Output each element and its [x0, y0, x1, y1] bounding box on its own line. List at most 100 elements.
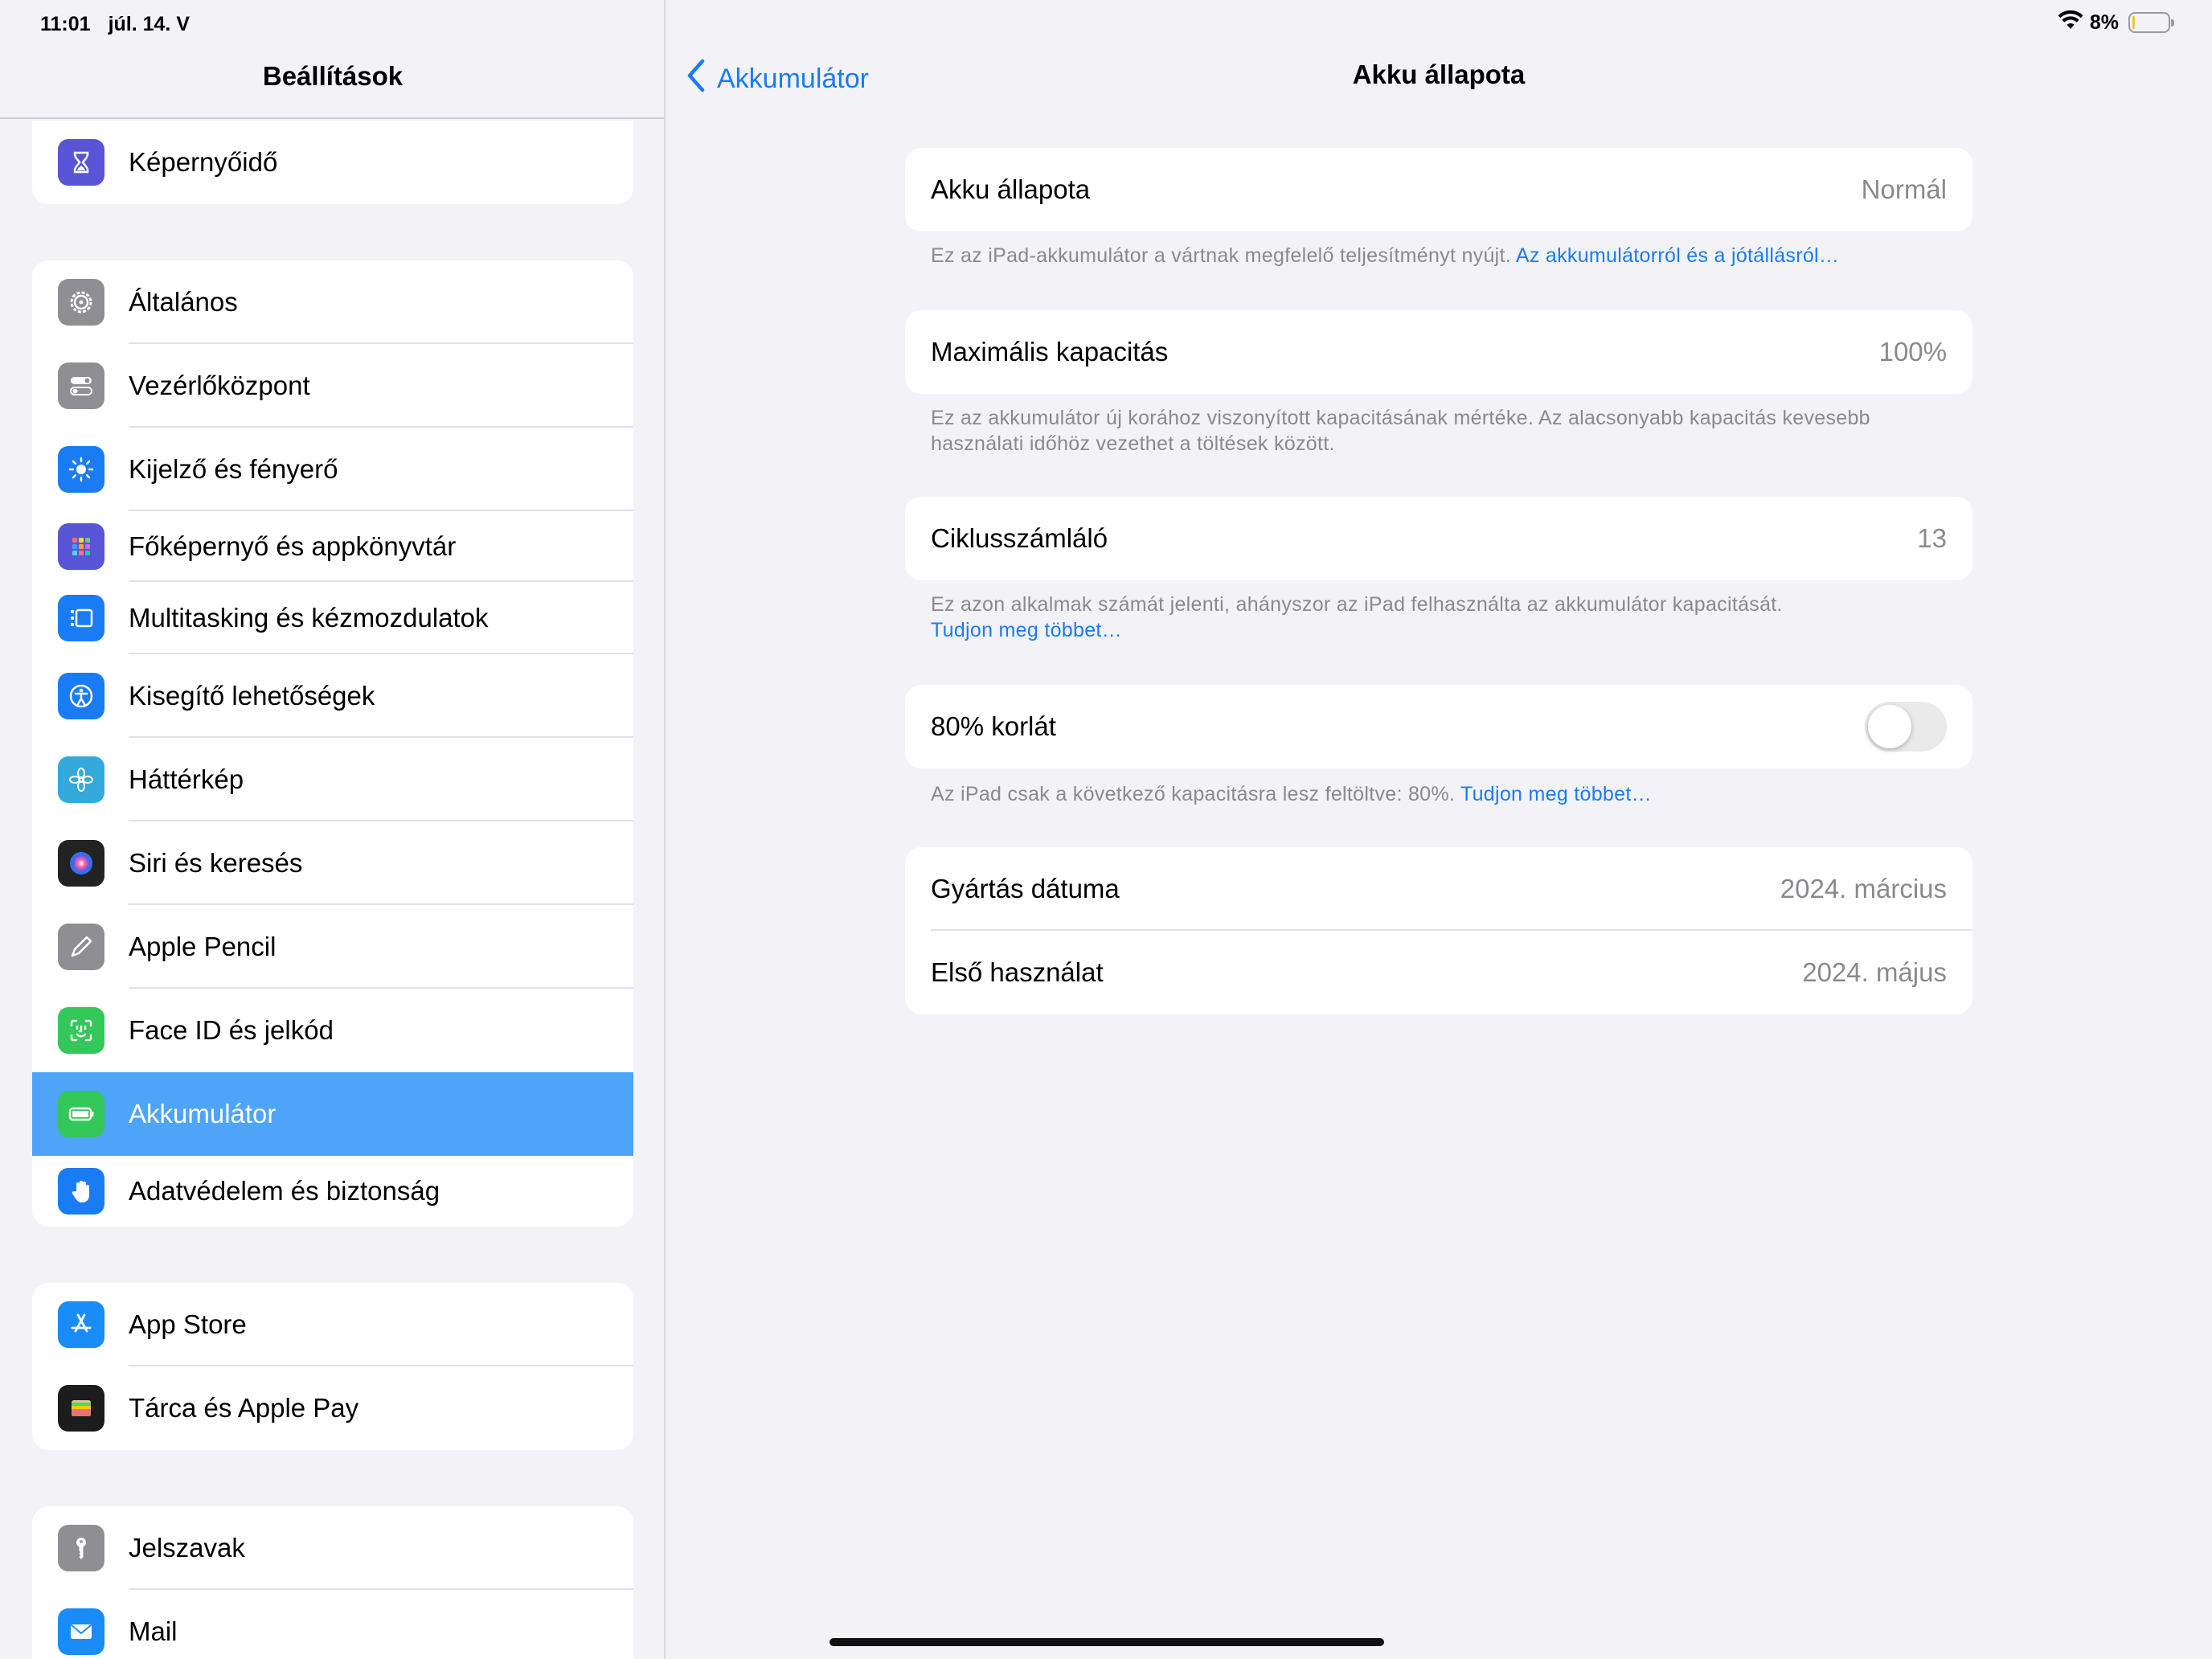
mail-icon — [58, 1608, 104, 1655]
sidebar-item-jelszavak[interactable]: Jelszavak — [32, 1506, 633, 1590]
max-capacity-footnote-line1: Ez az akkumulátor új korához viszonyítot… — [931, 407, 1870, 429]
sidebar-item-label: Háttérkép — [129, 764, 244, 794]
accessibility-icon — [58, 673, 104, 719]
manufacture-date-row: Gyártás dátuma 2024. március — [905, 847, 1972, 931]
sidebar-title: Beállítások — [262, 61, 403, 91]
battery-status-icon — [2128, 12, 2174, 33]
battery-health-card: Akku állapota Normál — [905, 148, 1972, 231]
face-id-icon — [58, 1007, 104, 1054]
page-title: Akku állapota — [1352, 59, 1526, 89]
siri-icon — [58, 840, 104, 887]
sidebar-item-kijelzo[interactable]: Kijelző és fényerő — [32, 428, 633, 511]
limit-80-card: 80% korlát — [905, 685, 1972, 768]
home-indicator[interactable] — [830, 1638, 1384, 1646]
max-capacity-value: 100% — [1878, 337, 1947, 367]
key-icon — [58, 1525, 104, 1571]
cycle-count-learn-more-link[interactable]: Tudjon meg többet… — [931, 617, 1960, 643]
hourglass-icon — [58, 139, 104, 186]
sidebar-item-label: Multitasking és kézmozdulatok — [129, 603, 489, 633]
status-time: 11:01 — [40, 12, 91, 35]
sidebar-item-multitasking[interactable]: Multitasking és kézmozdulatok — [32, 582, 633, 654]
status-date: júl. 14. V — [108, 12, 190, 35]
sidebar-item-label: Vezérlőközpont — [129, 371, 310, 400]
battery-warranty-link[interactable]: Az akkumulátorról és a jótállásról… — [1516, 244, 1839, 267]
sidebar-item-label: Képernyőidő — [129, 147, 278, 177]
battery-health-label: Akku állapota — [931, 174, 1091, 204]
max-capacity-card: Maximális kapacitás 100% — [905, 310, 1972, 394]
sidebar-item-apple-pencil[interactable]: Apple Pencil — [32, 905, 633, 989]
cycle-count-row: Ciklusszámláló 13 — [905, 497, 1972, 580]
cycle-count-footnote: Ez azon alkalmak számát jelenti, ahánysz… — [931, 592, 1960, 643]
sidebar-item-label: Kisegítő lehetőségek — [129, 681, 375, 711]
cycle-count-label: Ciklusszámláló — [931, 523, 1108, 553]
app-grid-icon — [58, 523, 104, 570]
sidebar-item-label: Akkumulátor — [129, 1099, 276, 1129]
max-capacity-footnote: Ez az akkumulátor új korához viszonyítot… — [931, 405, 1960, 457]
max-capacity-row: Maximális kapacitás 100% — [905, 310, 1972, 394]
battery-fill — [2132, 16, 2136, 29]
limit-80-label: 80% korlát — [931, 711, 1056, 741]
pencil-icon — [58, 924, 104, 970]
sidebar-item-label: Általános — [129, 287, 238, 317]
limit-80-toggle[interactable] — [1865, 702, 1947, 752]
battery-health-footnote-text: Ez az iPad-akkumulátor a vártnak megfele… — [931, 244, 1511, 267]
manufacture-date-value: 2024. március — [1780, 874, 1947, 903]
cycle-count-card: Ciklusszámláló 13 — [905, 497, 1972, 580]
cycle-count-footnote-text: Ez azon alkalmak számát jelenti, ahánysz… — [931, 593, 1783, 616]
switches-icon — [58, 363, 104, 409]
app-store-icon — [58, 1301, 104, 1348]
toggle-knob — [1868, 705, 1911, 748]
settings-group-general: Általános Vezérlőközpont Kijelző és fény… — [32, 260, 633, 1227]
sidebar-item-vezerlokozpont[interactable]: Vezérlőközpont — [32, 344, 633, 428]
sidebar-item-mail[interactable]: Mail — [32, 1590, 633, 1659]
sidebar-item-label: Mail — [129, 1616, 178, 1646]
sidebar-item-label: Apple Pencil — [129, 932, 276, 961]
sidebar-item-label: App Store — [129, 1309, 247, 1339]
sidebar-item-label: Jelszavak — [129, 1533, 245, 1563]
sidebar-item-label: Siri és keresés — [129, 848, 303, 878]
max-capacity-label: Maximális kapacitás — [931, 337, 1169, 367]
battery-percent: 8% — [2089, 10, 2119, 34]
sidebar-item-kepernyoido[interactable]: Képernyőidő — [32, 121, 633, 204]
battery-health-footnote: Ez az iPad-akkumulátor a vártnak megfele… — [931, 243, 1960, 268]
sidebar-item-siri[interactable]: Siri és keresés — [32, 821, 633, 905]
settings-group-apps: Jelszavak Mail — [32, 1506, 633, 1659]
sidebar-item-adatvedelem[interactable]: Adatvédelem és biztonság — [32, 1156, 633, 1227]
sidebar-item-altalanos[interactable]: Általános — [32, 260, 633, 344]
status-bar-left: 11:01 júl. 14. V — [40, 8, 190, 40]
first-use-row: Első használat 2024. május — [905, 931, 1972, 1014]
sidebar-item-hatterkep[interactable]: Háttérkép — [32, 738, 633, 821]
manufacture-date-label: Gyártás dátuma — [931, 874, 1120, 903]
wifi-icon — [2058, 10, 2083, 36]
sidebar-item-wallet[interactable]: Tárca és Apple Pay — [32, 1366, 633, 1450]
cycle-count-value: 13 — [1917, 523, 1947, 553]
max-capacity-footnote-line2: használati időhöz vezethet a töltések kö… — [931, 432, 1335, 455]
limit-80-footnote: Az iPad csak a következő kapacitásra les… — [931, 781, 1960, 807]
wallet-icon — [58, 1385, 104, 1432]
status-bar-right: 8% — [2058, 6, 2174, 39]
sidebar-item-kisegito[interactable]: Kisegítő lehetőségek — [32, 654, 633, 738]
battery-icon — [58, 1091, 104, 1137]
first-use-value: 2024. május — [1802, 957, 1947, 987]
battery-health-value: Normál — [1861, 174, 1947, 204]
sidebar-item-face-id[interactable]: Face ID és jelkód — [32, 989, 633, 1072]
settings-group-store: App Store Tárca és Apple Pay — [32, 1283, 633, 1450]
limit-80-learn-more-link[interactable]: Tudjon meg többet… — [1460, 783, 1652, 805]
battery-health-row: Akku állapota Normál — [905, 148, 1972, 231]
limit-80-footnote-text: Az iPad csak a következő kapacitásra les… — [931, 783, 1456, 805]
sidebar-item-label: Tárca és Apple Pay — [129, 1393, 359, 1423]
flower-icon — [58, 756, 104, 803]
settings-group-screen-time: Képernyőidő — [32, 121, 633, 204]
hand-icon — [58, 1168, 104, 1215]
sidebar-item-label: Kijelző és fényerő — [129, 454, 338, 484]
sidebar-item-label: Face ID és jelkód — [129, 1015, 334, 1045]
sidebar-item-label: Főképernyő és appkönyvtár — [129, 531, 457, 561]
sun-icon — [58, 446, 104, 493]
limit-80-row: 80% korlát — [905, 685, 1972, 768]
sidebar-item-fokepernyo[interactable]: Főképernyő és appkönyvtár — [32, 511, 633, 582]
sidebar-item-akkumulator[interactable]: Akkumulátor — [32, 1072, 633, 1156]
first-use-label: Első használat — [931, 957, 1104, 987]
gear-icon — [58, 279, 104, 326]
dates-card: Gyártás dátuma 2024. március Első haszná… — [905, 847, 1972, 1014]
sidebar-item-app-store[interactable]: App Store — [32, 1283, 633, 1366]
